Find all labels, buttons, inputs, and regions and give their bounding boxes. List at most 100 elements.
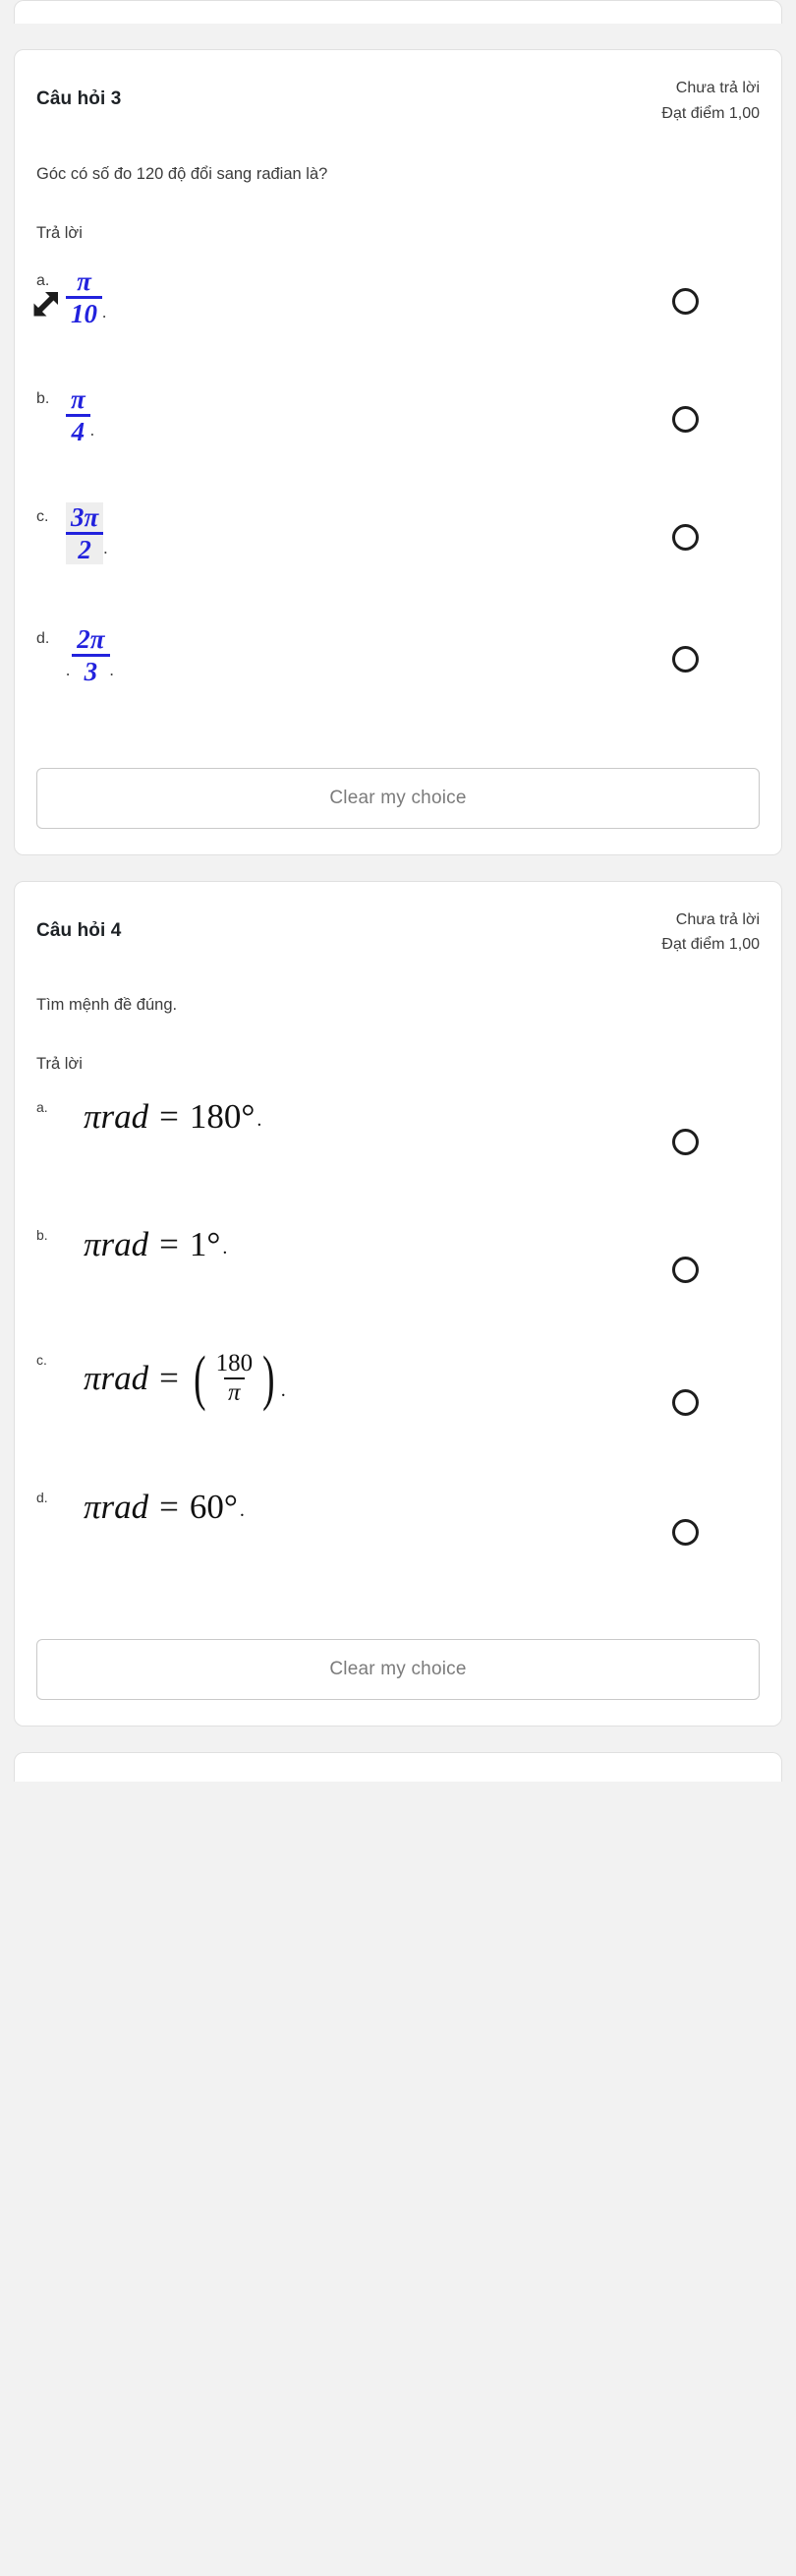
option4-d-radio[interactable] (672, 1519, 699, 1547)
option4-b-rhs: 1° (189, 1225, 221, 1264)
option4-c-body: πrad = ( 180 π ) . (66, 1344, 672, 1412)
option-d-letter: d. (36, 629, 50, 647)
option4-d-content: d. πrad = 60° . (36, 1488, 672, 1527)
option4-d-body: πrad = 60° . (66, 1488, 672, 1527)
option-b-numerator: π (71, 383, 85, 414)
option-d-content: d. . 2π 3 . (36, 624, 672, 686)
left-paren-icon: ( (194, 1344, 206, 1412)
clear-my-choice-button-q3[interactable]: Clear my choice (36, 767, 760, 829)
option4-c-fraction: 180 π (212, 1350, 257, 1407)
question-3-options: a. π 10 . b. π 4 . c. 3π 2 . d. . 2π 3 . (33, 266, 760, 742)
question-3-header: Câu hỏi 3 Chưa trả lời Đạt điểm 1,00 (36, 50, 760, 127)
option4-a-trailing-dot: . (256, 1109, 262, 1132)
option-b-trailing-dot: . (89, 421, 94, 440)
question-4-options: a. πrad = 180° . b. πrad = 1° . c. πrad … (36, 1097, 760, 1613)
question-3-status: Chưa trả lời (675, 80, 760, 96)
option-a-denominator: 10 (66, 295, 102, 328)
option4-row-c[interactable]: c. πrad = ( 180 π ) . (36, 1344, 760, 1488)
option4-a-body: πrad = 180° . (66, 1097, 672, 1137)
option4-d-lhs: πrad (84, 1488, 149, 1527)
option-c-radio[interactable] (672, 523, 699, 551)
option4-a-expression: πrad = 180° . (66, 1097, 672, 1137)
option-d-radio[interactable] (672, 645, 699, 673)
option4-d-relation: = (159, 1488, 179, 1527)
option4-b-content: b. πrad = 1° . (36, 1225, 672, 1264)
option-a-content: a. π 10 . (33, 266, 672, 328)
question-4-answer-label: Trả lời (36, 1055, 83, 1074)
option4-b-expression: πrad = 1° . (66, 1225, 672, 1264)
option-c-body: 3π 2 . (66, 501, 672, 565)
option4-a-rhs: 180° (189, 1097, 256, 1137)
option-c-denominator: 2 (66, 531, 104, 564)
option-row-a[interactable]: a. π 10 . (33, 266, 760, 384)
option4-c-content: c. πrad = ( 180 π ) . (36, 1344, 672, 1412)
clear-my-choice-button-q4[interactable]: Clear my choice (36, 1639, 760, 1701)
option-b-body: π 4 . (66, 384, 672, 446)
question-4-header: Câu hỏi 4 Chưa trả lời Đạt điểm 1,00 (36, 882, 760, 959)
option4-row-a[interactable]: a. πrad = 180° . (36, 1097, 760, 1225)
question-card-4: Câu hỏi 4 Chưa trả lời Đạt điểm 1,00 Tìm… (14, 880, 782, 1727)
option-d-denominator: 3 (72, 653, 110, 686)
option-b-radio[interactable] (672, 405, 699, 433)
option4-a-radio[interactable] (672, 1129, 699, 1156)
question-4-status-block: Chưa trả lời Đạt điểm 1,00 (661, 907, 760, 959)
option-c-numerator: 3π (71, 501, 99, 532)
question-3-status-block: Chưa trả lời Đạt điểm 1,00 (661, 76, 760, 127)
option-d-fraction: 2π 3 (72, 623, 110, 686)
option-d-body: . 2π 3 . (66, 624, 672, 686)
quiz-page: Câu hỏi 3 Chưa trả lời Đạt điểm 1,00 Góc… (0, 0, 796, 2576)
option-row-b[interactable]: b. π 4 . (36, 384, 760, 502)
option4-b-letter: b. (36, 1227, 48, 1244)
option-row-d[interactable]: d. . 2π 3 . (36, 624, 760, 742)
option-a-body: π 10 . (33, 266, 672, 328)
option4-c-denominator: π (224, 1377, 245, 1407)
option-c-letter: c. (36, 507, 49, 525)
option-a-numerator: π (77, 265, 91, 296)
option-b-fraction: π 4 (66, 384, 90, 446)
option4-row-b[interactable]: b. πrad = 1° . (36, 1225, 760, 1350)
option-b-content: b. π 4 . (36, 384, 672, 446)
option-row-c[interactable]: c. 3π 2 . (36, 501, 760, 624)
question-3-title: Câu hỏi 3 (36, 88, 122, 109)
resize-nesw-cursor-icon (33, 291, 58, 317)
option4-a-lhs: πrad (84, 1097, 149, 1137)
right-paren-icon: ) (262, 1344, 275, 1412)
option4-b-lhs: πrad (84, 1225, 149, 1264)
option4-b-body: πrad = 1° . (66, 1225, 672, 1264)
option-b-denominator: 4 (66, 413, 90, 446)
option4-d-letter: d. (36, 1490, 48, 1506)
option4-a-content: a. πrad = 180° . (36, 1097, 672, 1137)
option-a-letter: a. (36, 271, 50, 289)
previous-question-card-edge (14, 0, 782, 24)
option-d-trailing-dot: . (109, 661, 114, 680)
option4-c-radio[interactable] (672, 1389, 699, 1417)
next-question-card-edge (14, 1752, 782, 1783)
option4-d-rhs: 60° (189, 1488, 238, 1527)
option4-row-d[interactable]: d. πrad = 60° . (36, 1488, 760, 1613)
question-4-grade: Đạt điểm 1,00 (661, 936, 760, 954)
question-4-status: Chưa trả lời (675, 910, 760, 928)
question-3-answer-label: Trả lời (36, 223, 83, 242)
question-4-stem: Tìm mệnh đề đúng. (36, 996, 178, 1015)
option4-a-letter: a. (36, 1099, 48, 1116)
option-a-trailing-dot: . (102, 303, 107, 322)
option-d-numerator: 2π (77, 623, 105, 654)
option4-c-relation: = (159, 1359, 179, 1398)
option-a-radio[interactable] (672, 287, 699, 315)
option4-c-lhs: πrad (84, 1359, 149, 1398)
option4-b-radio[interactable] (672, 1257, 699, 1284)
option4-c-trailing-dot: . (280, 1379, 286, 1402)
option4-c-expression: πrad = ( 180 π ) . (66, 1344, 672, 1412)
option4-c-numerator: 180 (215, 1350, 254, 1377)
option4-a-relation: = (159, 1097, 179, 1137)
option-c-trailing-dot: . (103, 539, 108, 558)
option-a-fraction: π 10 (66, 266, 102, 328)
option4-d-trailing-dot: . (239, 1499, 245, 1522)
option-b-letter: b. (36, 389, 50, 407)
question-3-stem: Góc có số đo 120 độ đổi sang rađian là? (36, 164, 328, 183)
question-4-title: Câu hỏi 4 (36, 919, 122, 941)
option-c-fraction: 3π 2 (66, 501, 104, 565)
option4-b-relation: = (159, 1225, 179, 1264)
option-c-content: c. 3π 2 . (36, 501, 672, 565)
question-card-3: Câu hỏi 3 Chưa trả lời Đạt điểm 1,00 Góc… (14, 49, 782, 855)
